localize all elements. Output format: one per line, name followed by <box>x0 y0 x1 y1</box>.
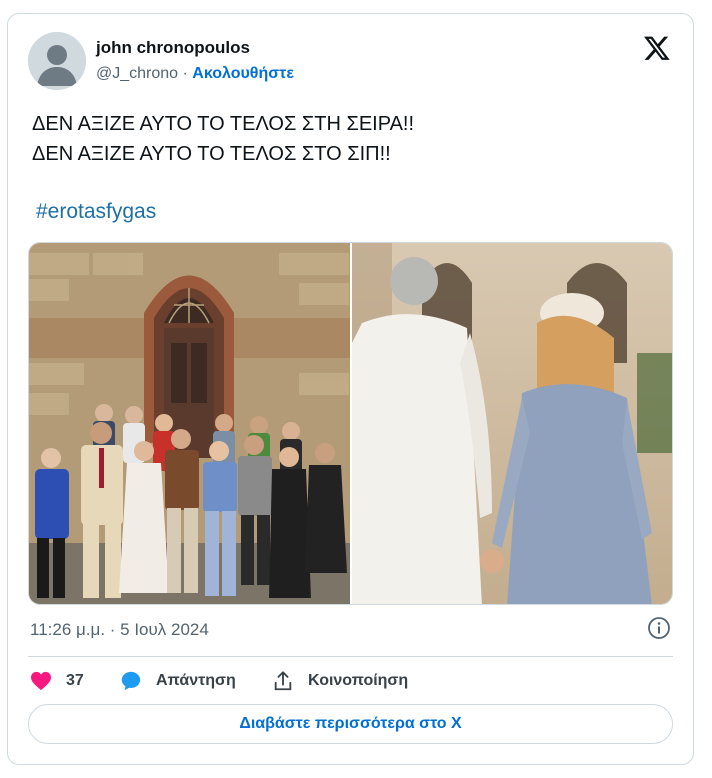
hashtag-link[interactable]: #erotasfygas <box>36 200 156 224</box>
share-icon <box>274 671 292 691</box>
tweet-card: john chronopoulos @J_chrono · Ακολουθήστ… <box>7 13 694 765</box>
author-name[interactable]: john chronopoulos <box>96 38 250 58</box>
default-avatar-icon <box>28 32 86 90</box>
avatar[interactable] <box>28 32 86 90</box>
group-photo-image <box>29 243 350 604</box>
photo-group-cast[interactable] <box>29 243 350 604</box>
couple-photo-image <box>351 243 672 604</box>
tweet-line-1: ΔΕΝ ΑΞΙΖΕ ΑΥΤΟ ΤΟ ΤΕΛΟΣ ΣΤΗ ΣΕΙΡΑ!! <box>32 113 415 135</box>
author-handle[interactable]: @J_chrono <box>96 65 178 82</box>
tweet-line-2: ΔΕΝ ΑΞΙΖΕ ΑΥΤΟ ΤΟ ΤΕΛΟΣ ΣΤΟ ΣΙΠ!! <box>32 143 391 165</box>
reply-label: Απάντηση <box>156 672 236 689</box>
photo-couple[interactable] <box>351 243 672 604</box>
tweet-timestamp[interactable]: 11:26 μ.μ. · 5 Ιουλ 2024 <box>30 620 209 640</box>
x-logo-icon[interactable] <box>643 34 671 62</box>
read-more-button[interactable]: Διαβάστε περισσότερα στο X <box>28 704 673 744</box>
like-button[interactable]: 37 <box>30 668 84 694</box>
tweet-text: ΔΕΝ ΑΞΙΖΕ ΑΥΤΟ ΤΟ ΤΕΛΟΣ ΣΤΗ ΣΕΙΡΑ!! ΔΕΝ … <box>32 109 414 169</box>
divider <box>28 656 673 657</box>
share-button[interactable]: Κοινοποίηση <box>272 668 408 694</box>
share-label: Κοινοποίηση <box>308 672 409 689</box>
handle-row: @J_chrono · Ακολουθήστε <box>96 65 294 83</box>
media-grid <box>28 242 673 605</box>
reply-button[interactable]: Απάντηση <box>120 668 236 694</box>
like-count: 37 <box>66 672 84 689</box>
separator: · <box>182 65 188 82</box>
heart-icon <box>31 671 51 691</box>
reply-bubble-icon <box>121 671 141 691</box>
info-icon[interactable] <box>647 616 671 640</box>
follow-link[interactable]: Ακολουθήστε <box>192 65 294 82</box>
